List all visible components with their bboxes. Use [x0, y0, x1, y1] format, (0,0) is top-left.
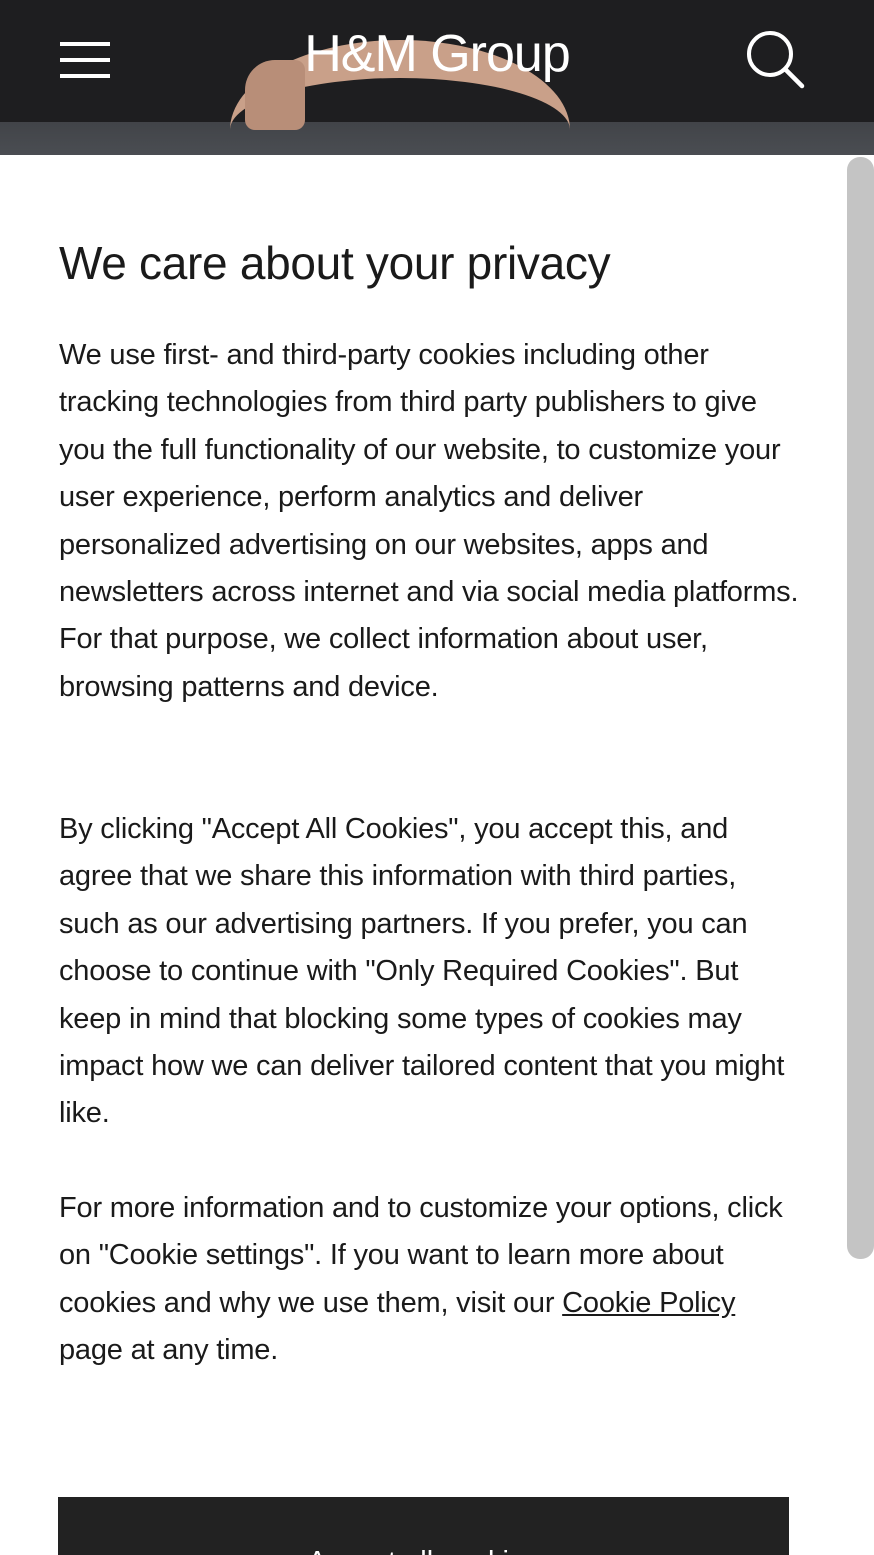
dialog-title: We care about your privacy: [59, 237, 611, 289]
consent-paragraph-3-suffix: page at any time.: [59, 1334, 279, 1367]
site-logo[interactable]: H&M Group: [0, 24, 874, 84]
page: H&M Group We care about your privacy We …: [0, 0, 874, 1555]
consent-paragraph-1: We use first- and third-party cookies in…: [59, 339, 799, 703]
search-button[interactable]: [744, 28, 806, 90]
accept-all-cookies-button[interactable]: Accept all cookies: [58, 1497, 789, 1555]
search-icon: [747, 31, 805, 89]
site-header: H&M Group: [0, 0, 874, 155]
consent-paragraph-2: By clicking "Accept All Cookies", you ac…: [59, 813, 785, 1130]
cookie-policy-link[interactable]: Cookie Policy: [562, 1287, 735, 1319]
scrollbar-thumb[interactable]: [847, 157, 874, 1259]
consent-paragraph-3: For more information and to customize yo…: [59, 1185, 799, 1375]
dialog-scrollbar[interactable]: [847, 155, 874, 1555]
